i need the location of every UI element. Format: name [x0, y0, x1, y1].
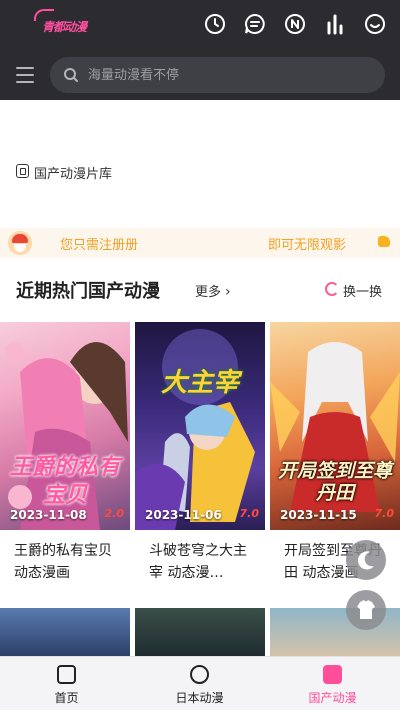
smile-icon[interactable]	[364, 13, 386, 35]
float-action-button[interactable]	[346, 590, 386, 630]
cover-badge: 2.0	[104, 507, 125, 520]
search-field[interactable]	[50, 57, 385, 93]
home-icon	[57, 665, 76, 684]
library-icon	[16, 164, 29, 178]
chevron-right-icon: ›	[225, 284, 231, 300]
cover-title-art: 开局签到至尊丹田	[277, 460, 392, 504]
nav-item-home[interactable]: 首页	[0, 657, 133, 711]
mascot-icon	[8, 231, 32, 255]
app-logo[interactable]: 青都动漫	[34, 9, 92, 35]
cover-badge: 7.0	[374, 507, 395, 520]
nav-label: 日本动漫	[175, 691, 224, 705]
card-title[interactable]: 王爵的私有宝贝 动态漫画	[14, 540, 124, 584]
cover-date: 2023-11-08	[10, 508, 87, 522]
cover-date: 2023-11-15	[280, 508, 357, 522]
register-text-left: 您只需注册册	[60, 238, 139, 253]
refresh-label: 换一换	[343, 285, 383, 300]
nav-label: 首页	[54, 691, 79, 705]
card-title[interactable]: 斗破苍穹之大主宰 动态漫…	[149, 540, 259, 584]
refresh-button[interactable]: 换一换	[325, 281, 382, 300]
notification-n-icon[interactable]	[284, 13, 306, 35]
register-text-right: 即可无限观影	[268, 238, 347, 253]
cover-title-art: 王爵的私有宝贝	[9, 455, 120, 508]
thumbs-up-icon	[378, 236, 390, 247]
top-bar: 青都动漫	[0, 0, 400, 52]
nav-item-chinese-anime[interactable]: 国产动漫	[266, 657, 399, 711]
menu-icon[interactable]	[16, 67, 34, 83]
cover-badge: 7.0	[239, 507, 260, 520]
cover-date: 2023-11-06	[145, 508, 222, 522]
microphone-icon	[190, 665, 209, 684]
clock-icon[interactable]	[204, 13, 226, 35]
nav-label: 国产动漫	[308, 691, 357, 705]
anime-card-cover-partial[interactable]	[135, 608, 265, 658]
more-button[interactable]: 更多 ›	[195, 281, 231, 300]
play-icon	[323, 665, 342, 684]
anime-card-cover-partial[interactable]	[0, 608, 130, 658]
shirt-icon	[357, 600, 375, 619]
cover-title-art: 大主宰	[160, 368, 239, 398]
moon-icon	[357, 551, 374, 570]
section-title: 近期热门国产动漫	[16, 281, 160, 302]
bottom-nav: 首页 日本动漫 国产动漫	[0, 656, 400, 710]
refresh-icon	[325, 282, 339, 296]
search-bar	[0, 52, 400, 100]
more-label: 更多	[195, 285, 222, 300]
ranking-bars-icon[interactable]	[324, 13, 346, 35]
register-banner[interactable]: 您只需注册册 即可无限观影	[0, 228, 400, 258]
cover-image[interactable]: 大主宰 2023-11-06 7.0	[135, 322, 265, 530]
logo-text: 青都动漫	[42, 20, 87, 34]
search-icon	[64, 68, 78, 82]
float-action-button[interactable]	[346, 540, 386, 580]
library-label: 国产动漫片库	[34, 167, 113, 182]
cover-image[interactable]: 开局签到至尊丹田 2023-11-15 7.0	[270, 322, 400, 530]
nav-item-japanese-anime[interactable]: 日本动漫	[133, 657, 266, 711]
chat-icon[interactable]	[244, 13, 266, 35]
cover-image[interactable]: 王爵的私有宝贝 2023-11-08 2.0	[0, 322, 130, 530]
search-input[interactable]	[88, 57, 373, 93]
cover-art	[135, 329, 255, 530]
